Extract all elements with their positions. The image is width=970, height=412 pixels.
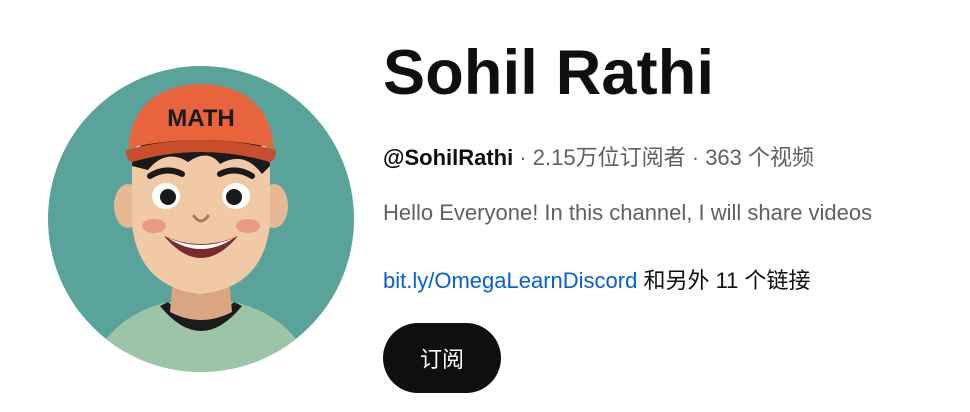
- channel-link[interactable]: bit.ly/OmegaLearnDiscord: [383, 268, 637, 293]
- avatar-cap-text: MATH: [167, 105, 235, 132]
- channel-links: bit.ly/OmegaLearnDiscord 和另外 11 个链接: [383, 263, 811, 295]
- channel-handle[interactable]: @SohilRathi: [383, 145, 513, 170]
- meta-separator: ·: [685, 145, 706, 170]
- subscriber-count: 2.15万位订阅者: [532, 145, 686, 170]
- channel-avatar[interactable]: MATH: [48, 66, 354, 372]
- meta-separator: ·: [513, 145, 533, 170]
- channel-description[interactable]: Hello Everyone! In this channel, I will …: [383, 200, 872, 226]
- more-links[interactable]: 和另外 11 个链接: [637, 268, 810, 293]
- channel-name: Sohil Rathi: [383, 38, 715, 108]
- channel-meta: @SohilRathi · 2.15万位订阅者 · 363 个视频: [383, 140, 814, 172]
- avatar-illustration: MATH: [48, 66, 354, 372]
- video-count: 363 个视频: [705, 145, 815, 170]
- subscribe-button[interactable]: 订阅: [383, 323, 501, 393]
